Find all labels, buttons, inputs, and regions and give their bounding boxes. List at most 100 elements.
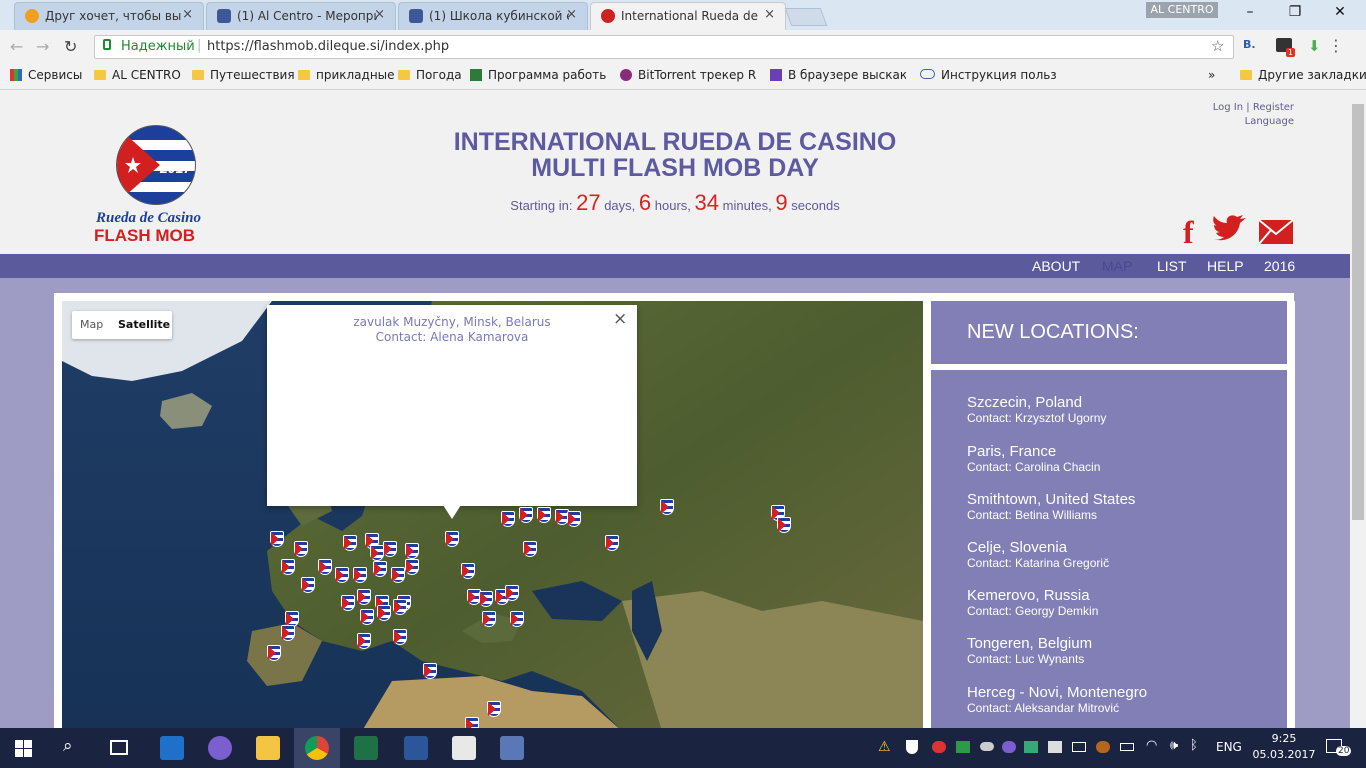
volume-icon[interactable]: 🕪 <box>1170 738 1178 753</box>
bookmark-item[interactable]: Путешествия <box>192 68 295 82</box>
map-marker-icon[interactable] <box>267 645 281 661</box>
tray-app-icon[interactable] <box>1048 741 1062 753</box>
tray-app-icon[interactable] <box>1024 741 1038 753</box>
restore-button[interactable]: ❐ <box>1272 4 1318 20</box>
drive-icon[interactable] <box>956 741 970 753</box>
cloud-icon[interactable] <box>980 742 994 751</box>
tab-close-icon[interactable]: × <box>566 7 577 22</box>
extension-icon[interactable]: B. <box>1243 38 1256 51</box>
search-icon[interactable]: ⌕ <box>63 736 73 756</box>
email-icon[interactable] <box>1258 219 1294 245</box>
scrollbar-thumb[interactable] <box>1352 104 1364 520</box>
more-bookmarks-button[interactable]: » <box>1208 68 1215 82</box>
map-type-satellite-button[interactable]: Satellite <box>118 318 170 331</box>
close-window-button[interactable]: ✕ <box>1317 4 1363 20</box>
twitter-icon[interactable] <box>1212 215 1248 245</box>
map-marker-icon[interactable] <box>373 561 387 577</box>
map-marker-icon[interactable] <box>777 517 791 533</box>
map-marker-icon[interactable] <box>461 563 475 579</box>
forward-icon[interactable]: → <box>36 37 49 56</box>
nav-2016[interactable]: 2016 <box>1264 258 1295 274</box>
file-explorer-icon[interactable] <box>256 736 280 760</box>
map-marker-icon[interactable] <box>423 663 437 679</box>
url-text[interactable]: https://flashmob.dileque.si/index.php <box>207 39 449 54</box>
map-marker-icon[interactable] <box>505 585 519 601</box>
map-marker-icon[interactable] <box>660 499 674 515</box>
address-bar[interactable]: Надежный | https://flashmob.dileque.si/i… <box>94 35 1234 59</box>
map-marker-icon[interactable] <box>343 535 357 551</box>
login-link[interactable]: Log In <box>1213 102 1243 113</box>
map-marker-icon[interactable] <box>335 567 349 583</box>
map-marker-icon[interactable] <box>510 611 524 627</box>
map-marker-icon[interactable] <box>360 609 374 625</box>
store-icon[interactable] <box>452 736 476 760</box>
map-marker-icon[interactable] <box>377 605 391 621</box>
map-marker-icon[interactable] <box>519 507 533 523</box>
map-type-map-button[interactable]: Map <box>80 318 103 331</box>
map-marker-icon[interactable] <box>501 511 515 527</box>
task-view-icon[interactable] <box>110 740 128 755</box>
satellite-map[interactable]: Map Satellite zavulak Muzyčny, Minsk, Be… <box>62 301 923 728</box>
map-marker-icon[interactable] <box>537 507 551 523</box>
nav-about[interactable]: ABOUT <box>1032 258 1080 274</box>
map-marker-icon[interactable] <box>487 701 501 717</box>
bookmark-item[interactable]: BitTorrent трекер RuT <box>620 68 756 82</box>
reload-icon[interactable]: ↻ <box>64 37 77 56</box>
bookmark-item[interactable]: AL CENTRO <box>94 68 181 82</box>
bookmark-item[interactable]: Сервисы <box>10 68 82 82</box>
chrome-icon[interactable] <box>305 736 329 760</box>
map-marker-icon[interactable] <box>281 625 295 641</box>
popup-close-icon[interactable]: × <box>613 309 627 329</box>
minimize-button[interactable]: – <box>1227 4 1273 20</box>
bookmark-item[interactable]: Погода <box>398 68 462 82</box>
map-marker-icon[interactable] <box>270 531 284 547</box>
bookmark-item[interactable]: прикладные <box>298 68 395 82</box>
nav-help[interactable]: HELP <box>1207 258 1244 274</box>
location-item[interactable]: Tongeren, Belgium Contact: Luc Wynants <box>967 635 1092 666</box>
viber-icon[interactable] <box>208 736 232 760</box>
map-marker-icon[interactable] <box>391 567 405 583</box>
map-marker-icon[interactable] <box>318 559 332 575</box>
location-item[interactable]: Paris, France Contact: Carolina Chacin <box>967 443 1100 474</box>
tab-close-icon[interactable]: × <box>182 7 193 22</box>
browser-tab-active[interactable]: International Rueda de C × <box>590 2 786 30</box>
bookmark-item[interactable]: В браузере выскаки <box>770 68 906 82</box>
battery-icon[interactable] <box>1120 743 1134 751</box>
shield-icon[interactable] <box>906 740 918 754</box>
map-marker-icon[interactable] <box>605 535 619 551</box>
browser-tab[interactable]: Друг хочет, чтобы вы от × <box>14 2 204 30</box>
bookmark-item[interactable]: Инструкция пользов <box>920 68 1056 82</box>
menu-icon[interactable]: ⋮ <box>1328 36 1344 55</box>
language-link[interactable]: Language <box>1245 116 1294 127</box>
app-icon[interactable] <box>500 736 524 760</box>
clock-time[interactable]: 9:25 <box>1254 732 1314 745</box>
warning-icon[interactable]: ⚠ <box>878 739 891 755</box>
map-marker-icon[interactable] <box>301 577 315 593</box>
map-marker-icon[interactable] <box>281 559 295 575</box>
map-marker-icon[interactable] <box>482 611 496 627</box>
map-marker-icon[interactable] <box>370 545 384 561</box>
map-marker-icon[interactable] <box>405 543 419 559</box>
map-marker-icon[interactable] <box>393 629 407 645</box>
tab-close-icon[interactable]: × <box>764 7 775 22</box>
map-marker-icon[interactable] <box>341 595 355 611</box>
map-marker-icon[interactable] <box>357 633 371 649</box>
location-item[interactable]: Celje, Slovenia Contact: Katarina Gregori… <box>967 539 1109 570</box>
browser-tab[interactable]: (1) Школа кубинской са × <box>398 2 588 30</box>
profile-button[interactable]: AL CENTRO <box>1146 2 1218 18</box>
wifi-icon[interactable]: ◠ <box>1146 738 1157 753</box>
bookmark-item[interactable]: Программа работы с <box>470 68 606 82</box>
map-marker-icon[interactable] <box>353 567 367 583</box>
language-indicator[interactable]: ENG <box>1216 740 1242 754</box>
excel-icon[interactable] <box>354 736 378 760</box>
back-icon[interactable]: ← <box>10 37 23 56</box>
nav-map-active[interactable]: MAP <box>1102 258 1132 274</box>
other-bookmarks[interactable]: Другие закладки <box>1240 68 1366 82</box>
map-marker-icon[interactable] <box>405 559 419 575</box>
download-icon[interactable]: ⬇ <box>1308 37 1321 55</box>
map-marker-icon[interactable] <box>294 541 308 557</box>
map-marker-icon[interactable] <box>567 511 581 527</box>
map-marker-icon[interactable] <box>357 589 371 605</box>
new-tab-button[interactable] <box>784 8 828 26</box>
map-marker-icon[interactable] <box>465 717 479 728</box>
